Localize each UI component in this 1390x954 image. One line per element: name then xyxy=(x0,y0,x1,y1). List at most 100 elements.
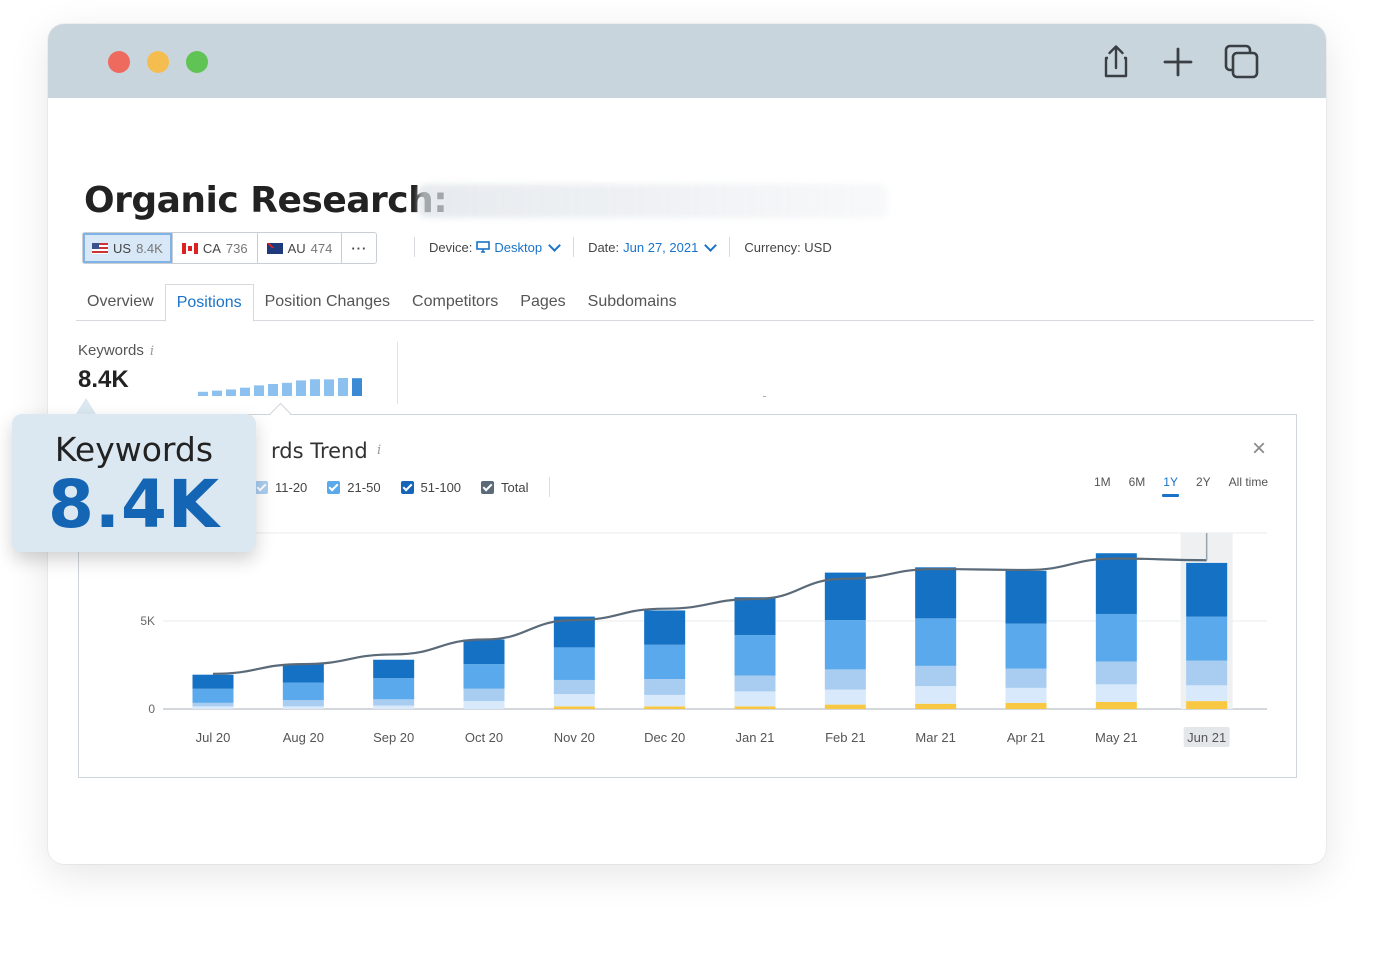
bar-segment xyxy=(553,679,595,695)
legend-item-11-20[interactable]: 11-20 xyxy=(255,480,307,495)
close-window-button[interactable] xyxy=(108,51,130,73)
keywords-value: 8.4K xyxy=(78,366,129,393)
bar-segment xyxy=(192,702,234,707)
report-tabs: Overview Positions Position Changes Comp… xyxy=(76,284,1314,322)
legend-label: Total xyxy=(501,479,529,495)
sparkline-bar xyxy=(198,391,208,396)
bar-segment xyxy=(282,706,324,709)
currency-filter: Currency: USD xyxy=(729,237,845,257)
bar-segment xyxy=(282,682,324,701)
range-1m[interactable]: 1M xyxy=(1094,475,1111,497)
bar-segment xyxy=(463,664,505,689)
divider xyxy=(763,396,766,397)
tab-competitors[interactable]: Competitors xyxy=(401,284,509,320)
legend-item-51-100[interactable]: 51-100 xyxy=(400,480,461,495)
bar-segment xyxy=(282,700,324,707)
database-code: AU xyxy=(287,240,306,256)
database-code: CA xyxy=(202,240,221,256)
checkbox-icon[interactable] xyxy=(255,480,268,494)
close-icon[interactable]: × xyxy=(1252,437,1266,461)
database-au[interactable]: AU 474 xyxy=(258,233,343,263)
keywords-label: Keywords i xyxy=(78,342,154,359)
bar-segment xyxy=(644,610,686,645)
bar-segment xyxy=(463,639,505,665)
tab-subdomains[interactable]: Subdomains xyxy=(577,284,688,320)
checkbox-icon[interactable] xyxy=(481,480,495,494)
legend-item-total[interactable]: Total xyxy=(481,479,529,495)
keywords-trend-panel: rds Trend i × 11-20 21-50 51-100 Total 1… xyxy=(78,414,1297,778)
tab-overview[interactable]: Overview xyxy=(76,284,165,320)
x-tick-label: Sep 20 xyxy=(373,730,414,745)
x-tick-label: Nov 20 xyxy=(554,730,595,745)
au-flag-icon xyxy=(266,242,283,254)
bar-segment xyxy=(734,635,776,676)
x-tick-label: Aug 20 xyxy=(283,730,324,745)
bar-segment xyxy=(915,703,957,709)
keywords-callout: Keywords 8.4K xyxy=(12,414,256,552)
blurred-domain xyxy=(418,184,888,218)
desktop-icon xyxy=(476,241,491,253)
bar-segment xyxy=(553,706,595,709)
checkbox-icon[interactable] xyxy=(327,480,341,494)
x-tick-label: Jul 20 xyxy=(196,730,231,745)
bar-segment xyxy=(192,688,234,703)
database-count: 474 xyxy=(310,240,333,256)
tab-positions[interactable]: Positions xyxy=(164,284,254,322)
bar-segment xyxy=(373,705,415,709)
x-tick-label: Apr 21 xyxy=(1007,730,1045,745)
tabs-overview-icon[interactable] xyxy=(1222,42,1262,82)
tab-position-changes[interactable]: Position Changes xyxy=(254,284,401,320)
bar-segment xyxy=(1095,613,1137,662)
bar-segment xyxy=(824,620,866,670)
bar-segment xyxy=(1186,616,1228,661)
database-code: US xyxy=(113,240,132,256)
bar-segment xyxy=(1005,623,1047,669)
bar-segment xyxy=(373,678,415,700)
keywords-sparkline[interactable] xyxy=(198,376,368,396)
date-filter[interactable]: Date: Jun 27, 2021 xyxy=(573,237,729,257)
y-tick-label: 0 xyxy=(148,702,155,716)
range-1y[interactable]: 1Y xyxy=(1162,475,1179,497)
info-icon[interactable]: i xyxy=(377,443,381,458)
new-tab-icon[interactable] xyxy=(1158,42,1198,82)
bar-segment xyxy=(1095,553,1137,614)
bar-segment xyxy=(463,688,505,702)
device-value: Desktop xyxy=(494,239,543,255)
x-tick-label: Mar 21 xyxy=(915,730,955,745)
info-icon[interactable]: i xyxy=(150,344,154,359)
bar-segment xyxy=(192,674,234,689)
checkbox-icon[interactable] xyxy=(400,480,414,494)
bar-segment xyxy=(463,701,505,709)
range-6m[interactable]: 6M xyxy=(1129,475,1146,497)
bar-segment xyxy=(915,618,957,666)
sparkline-bar xyxy=(240,387,250,396)
share-icon[interactable] xyxy=(1096,42,1136,82)
maximize-window-button[interactable] xyxy=(186,51,208,73)
y-tick-label: 5K xyxy=(140,614,155,628)
database-us[interactable]: US 8.4K xyxy=(83,233,173,263)
database-count: 736 xyxy=(225,240,248,256)
range-all-time[interactable]: All time xyxy=(1229,475,1268,497)
bar-segment xyxy=(373,659,415,679)
x-tick-label: May 21 xyxy=(1095,730,1138,745)
range-2y[interactable]: 2Y xyxy=(1196,475,1211,497)
bar-segment xyxy=(734,597,776,636)
device-filter[interactable]: Device: Desktop xyxy=(414,237,573,257)
legend-item-21-50[interactable]: 21-50 xyxy=(327,479,381,495)
bar-segment xyxy=(1186,562,1228,617)
currency-label: Currency: USD xyxy=(744,239,832,255)
bar-segment xyxy=(1095,661,1137,685)
more-databases-button[interactable]: ··· xyxy=(342,233,376,263)
bar-segment xyxy=(1005,702,1047,709)
database-ca[interactable]: CA 736 xyxy=(173,233,258,263)
bar-segment xyxy=(1095,684,1137,702)
legend-label: 21-50 xyxy=(347,479,381,495)
bar-segment xyxy=(192,706,234,709)
keywords-trend-chart[interactable]: 0 5K Jul 20 Aug 20 Sep 20 Oct 20 Nov 20 Dec 20 J… xyxy=(79,515,1296,765)
callout-pointer xyxy=(76,398,96,414)
callout-label: Keywords xyxy=(54,430,214,469)
tab-pages[interactable]: Pages xyxy=(509,284,576,320)
minimize-window-button[interactable] xyxy=(147,51,169,73)
bar-segment xyxy=(553,694,595,707)
bar-segment xyxy=(1186,701,1228,709)
